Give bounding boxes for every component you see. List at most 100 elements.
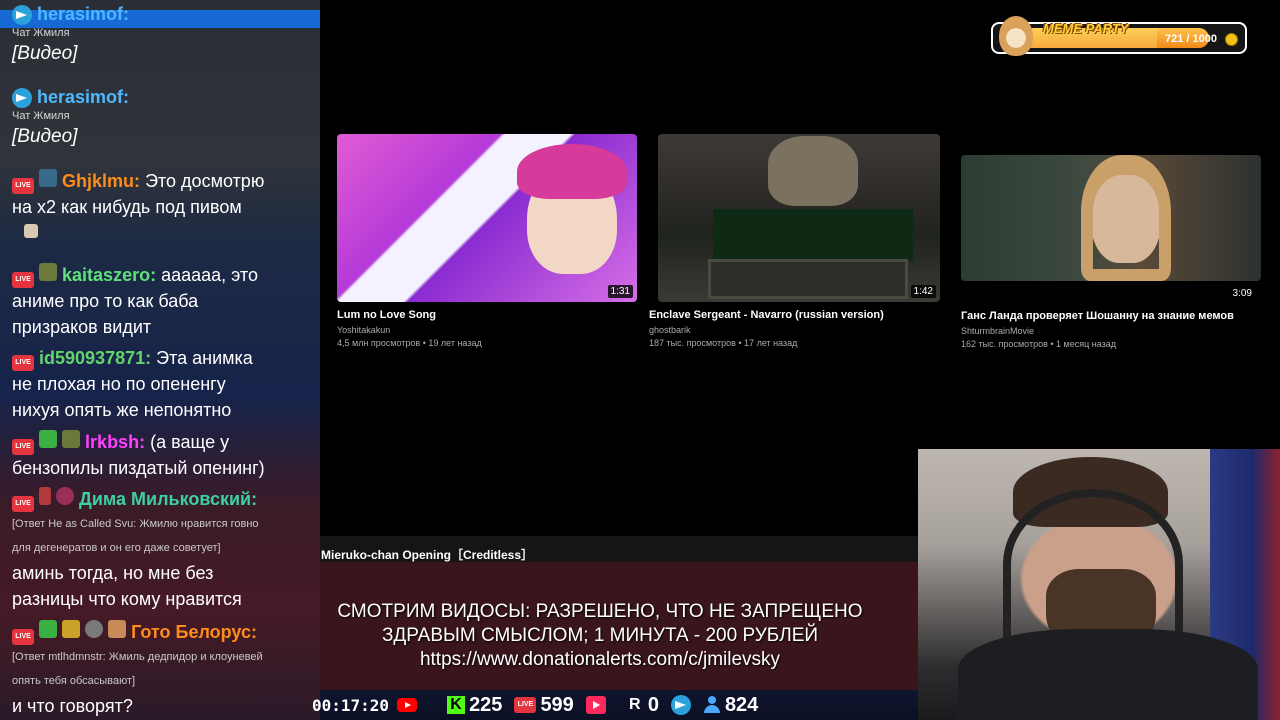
rules-line: СМОТРИМ ВИДОСЫ: РАЗРЕШЕНО, ЧТО НЕ ЗАПРЕЩ… xyxy=(337,601,863,622)
video-channel[interactable]: Yoshitakakun xyxy=(337,325,637,335)
chat-message: LIVE kaitaszero: аааааа, это аниме про т… xyxy=(12,262,316,340)
chat-username: herasimof: xyxy=(37,4,130,24)
chat-text: аниме про то как баба xyxy=(12,291,199,311)
video-channel[interactable]: ghostbarik xyxy=(649,325,940,335)
video-duration: 1:42 xyxy=(910,285,936,298)
chat-text: аминь тогда, но мне без xyxy=(12,563,214,583)
chat-text: призраков видит xyxy=(12,317,152,337)
donation-rules: СМОТРИМ ВИДОСЫ: РАЗРЕШЕНО, ЧТО НЕ ЗАПРЕЩ… xyxy=(290,600,910,672)
video-title[interactable]: Ганс Ланда проверяет Шошанну на знание м… xyxy=(961,310,1261,322)
chat-message: LIVE Гото Белорус: [Ответ mtlhdmnstr: Жм… xyxy=(12,619,316,719)
trophy-badge-icon xyxy=(62,620,81,638)
check-badge-icon xyxy=(39,430,58,448)
reply-text: для дегенератов и он его даже советует] xyxy=(12,542,221,554)
stream-uptime: 00:17:20 xyxy=(312,695,390,715)
chat-message: LIVE id590937871: Эта анимка не плохая н… xyxy=(12,345,316,423)
chat-text: [Видео] xyxy=(12,43,78,64)
telegram-icon xyxy=(12,87,32,108)
stream-stats: 00:17:20 K 225 LIVE 599 R 0 824 xyxy=(312,693,770,717)
check-badge-icon xyxy=(39,620,58,638)
chat-text: и что говорят? xyxy=(12,696,133,716)
reply-text: [Ответ mtlhdmnstr: Жмиль дедпидор и клоу… xyxy=(12,651,263,663)
video-card[interactable]: 3:09 Ганс Ланда проверяет Шошанну на зна… xyxy=(961,155,1261,349)
chat-text: не плохая но по опененгу xyxy=(12,374,226,394)
video-title[interactable]: Lum no Love Song xyxy=(337,309,637,321)
rutube-icon: R xyxy=(629,696,641,713)
reply-text: опять тебя обсасывают] xyxy=(12,675,136,687)
vk-video-icon xyxy=(585,696,606,714)
video-card[interactable]: 1:31 Lum no Love Song Yoshitakakun 4,5 м… xyxy=(337,134,637,348)
video-meta: 187 тыс. просмотров • 17 лет назад xyxy=(649,338,798,348)
video-thumbnail[interactable]: 1:31 xyxy=(337,134,637,302)
webcam-feed xyxy=(918,449,1280,720)
verified-badge-icon xyxy=(85,620,104,638)
video-card[interactable]: 1:42 Enclave Sergeant - Navarro (russian… xyxy=(649,134,940,348)
chat-message: herasimof: Чат Жмиля [Видео] xyxy=(12,4,316,65)
mask-badge-icon xyxy=(56,487,75,505)
video-duration: 3:09 xyxy=(1232,288,1252,299)
rules-line: ЗДРАВЫМ СМЫСЛОМ; 1 МИНУТА - 200 РУБЛЕЙ xyxy=(381,625,819,646)
video-meta: 4,5 млн просмотров • 19 лет назад xyxy=(337,338,482,348)
drink-badge-icon xyxy=(39,487,52,505)
chat-text: Эта анимка xyxy=(156,348,253,368)
globe-badge-icon xyxy=(39,169,58,187)
telegram-icon xyxy=(670,695,691,715)
emote-icon xyxy=(24,224,38,238)
anime-hair xyxy=(517,144,627,199)
tank-badge-icon xyxy=(62,430,81,448)
rutube-viewers: 0 xyxy=(647,693,659,716)
chat-message: LIVE Ghjklmu: Это досмотрю на х2 как ниб… xyxy=(12,168,316,238)
chat-panel: herasimof: Чат Жмиля [Видео] herasimof: … xyxy=(0,0,320,720)
chat-text: разницы что кому нравится xyxy=(12,589,242,609)
meme-party-title: MEME PARTY xyxy=(1043,21,1129,36)
coin-icon xyxy=(1225,33,1238,46)
fallout-terminal-screen xyxy=(713,209,913,261)
fallout-monitor xyxy=(708,259,908,299)
chat-text: аааааа, это xyxy=(161,265,259,285)
video-thumbnail[interactable]: 1:42 xyxy=(658,134,940,302)
chat-username: lrkbsh: xyxy=(85,432,146,452)
avatar-badge-icon xyxy=(108,620,127,638)
donation-link: https://www.donationalerts.com/c/jmilevs… xyxy=(419,649,781,670)
total-viewers: 824 xyxy=(724,693,759,716)
chat-text: нихуя опять же непонятно xyxy=(12,400,232,420)
chat-source: Чат Жмиля xyxy=(12,110,70,122)
viewers-icon xyxy=(703,696,721,714)
kick-viewers: 225 xyxy=(469,693,503,716)
now-playing-title: Mieruko-chan Opening［Creditless］ xyxy=(320,536,918,562)
chat-text: (а ваще у xyxy=(150,432,230,452)
video-thumbnail[interactable] xyxy=(961,155,1261,281)
chat-username: herasimof: xyxy=(37,87,130,107)
video-meta: 162 тыс. просмотров • 1 месяц назад xyxy=(961,339,1117,349)
chat-username: Гото Белорус: xyxy=(131,622,257,642)
doge-icon xyxy=(999,16,1033,56)
chat-username: Дима Мильковский: xyxy=(79,489,258,509)
vk-live-badge-icon: LIVE xyxy=(12,272,34,288)
actress-hair xyxy=(1081,155,1171,281)
chat-username: Ghjklmu: xyxy=(62,171,141,191)
fallout-helmet xyxy=(768,136,858,206)
telegram-icon xyxy=(12,4,32,25)
meme-party-progress: 721 / 1000 xyxy=(1165,33,1217,45)
vk-live-viewers: 599 xyxy=(540,693,574,716)
vk-live-badge-icon: LIVE xyxy=(12,629,34,645)
youtube-icon xyxy=(397,698,418,712)
chat-text: [Видео] xyxy=(12,126,78,147)
tank-badge-icon xyxy=(39,263,58,281)
chat-text: Это досмотрю xyxy=(145,171,265,191)
video-title[interactable]: Enclave Sergeant - Navarro (russian vers… xyxy=(649,309,940,321)
video-channel[interactable]: ShturmbrainMovie xyxy=(961,326,1261,336)
vk-live-badge-icon: LIVE xyxy=(12,355,34,371)
chat-source: Чат Жмиля xyxy=(12,27,70,39)
chat-text: бензопилы пиздатый опенинг) xyxy=(12,458,265,478)
meme-party-widget: MEME PARTY 721 / 1000 xyxy=(991,16,1247,56)
chat-message: LIVE lrkbsh: (а ваще у бензопилы пиздаты… xyxy=(12,429,316,481)
streamer-shirt xyxy=(958,629,1258,720)
vk-live-badge-icon: LIVE xyxy=(12,496,34,512)
vk-live-badge-icon: LIVE xyxy=(12,178,34,194)
kick-icon: K xyxy=(447,696,466,714)
vk-live-badge-icon: LIVE xyxy=(12,439,34,455)
chat-username: kaitaszero: xyxy=(62,265,157,285)
chat-username: id590937871: xyxy=(39,348,152,368)
chat-message: herasimof: Чат Жмиля [Видео] xyxy=(12,87,316,148)
